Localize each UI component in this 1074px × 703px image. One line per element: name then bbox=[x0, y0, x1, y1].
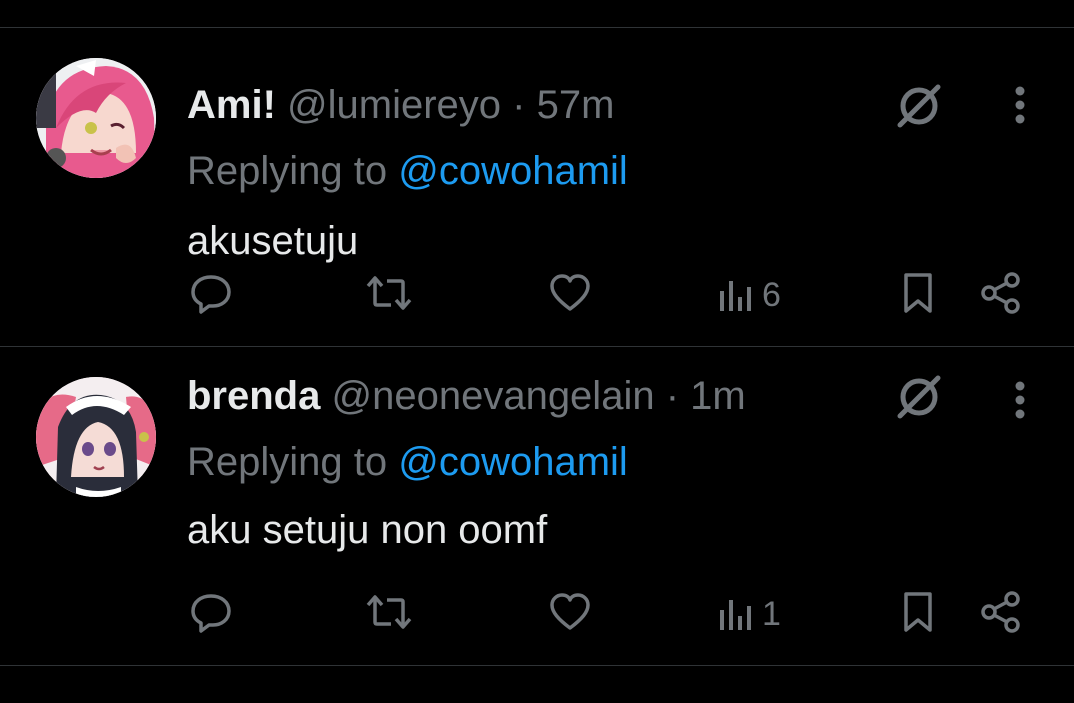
mention-link[interactable]: @cowohamil bbox=[398, 440, 628, 484]
views-count: 1 bbox=[762, 595, 781, 633]
tweet[interactable]: Ami! @lumiereyo · 57m Replying to @cowoh… bbox=[0, 28, 1074, 346]
replying-to: Replying to @cowohamil bbox=[187, 439, 628, 485]
avatar[interactable] bbox=[36, 58, 156, 178]
tweet[interactable]: brenda @neonevangelain · 1m Replying to … bbox=[0, 347, 1074, 665]
tweet-header: brenda @neonevangelain · 1m bbox=[187, 373, 746, 419]
display-name[interactable]: Ami! bbox=[187, 83, 276, 127]
display-name[interactable]: brenda bbox=[187, 374, 320, 418]
heart-icon[interactable] bbox=[545, 587, 595, 637]
views-chart-icon bbox=[720, 281, 751, 311]
more-vertical-icon[interactable] bbox=[1004, 82, 1036, 128]
retweet-icon[interactable] bbox=[364, 587, 414, 637]
separator-dot: · bbox=[665, 374, 680, 418]
tweet-header: Ami! @lumiereyo · 57m bbox=[187, 82, 614, 128]
share-icon[interactable] bbox=[976, 587, 1026, 637]
views-button[interactable]: 6 bbox=[716, 272, 796, 318]
avatar[interactable] bbox=[36, 377, 156, 497]
timestamp[interactable]: 1m bbox=[690, 374, 746, 418]
reply-icon[interactable] bbox=[186, 268, 236, 318]
views-count: 6 bbox=[762, 276, 781, 314]
replying-to-label: Replying to bbox=[187, 440, 388, 484]
bookmark-icon[interactable] bbox=[895, 587, 941, 637]
timestamp[interactable]: 57m bbox=[537, 83, 615, 127]
reply-icon[interactable] bbox=[186, 587, 236, 637]
retweet-icon[interactable] bbox=[364, 268, 414, 318]
avatar-image bbox=[36, 377, 156, 497]
heart-icon[interactable] bbox=[545, 268, 595, 318]
user-handle[interactable]: @lumiereyo bbox=[287, 83, 501, 127]
views-button[interactable]: 1 bbox=[716, 591, 796, 637]
tweet-text: aku setuju non oomf bbox=[187, 508, 548, 552]
share-icon[interactable] bbox=[976, 268, 1026, 318]
replying-to-label: Replying to bbox=[187, 149, 388, 193]
more-vertical-icon[interactable] bbox=[1004, 377, 1036, 423]
mention-link[interactable]: @cowohamil bbox=[398, 149, 628, 193]
views-chart-icon bbox=[720, 600, 751, 630]
replying-to: Replying to @cowohamil bbox=[187, 148, 628, 194]
bottom-divider bbox=[0, 665, 1074, 666]
bookmark-icon[interactable] bbox=[895, 268, 941, 318]
tweet-text: akusetuju bbox=[187, 219, 359, 263]
separator-dot: · bbox=[512, 83, 526, 127]
grok-icon[interactable] bbox=[893, 371, 945, 423]
user-handle[interactable]: @neonevangelain bbox=[331, 374, 654, 418]
avatar-image bbox=[36, 58, 156, 178]
grok-icon[interactable] bbox=[893, 80, 945, 132]
